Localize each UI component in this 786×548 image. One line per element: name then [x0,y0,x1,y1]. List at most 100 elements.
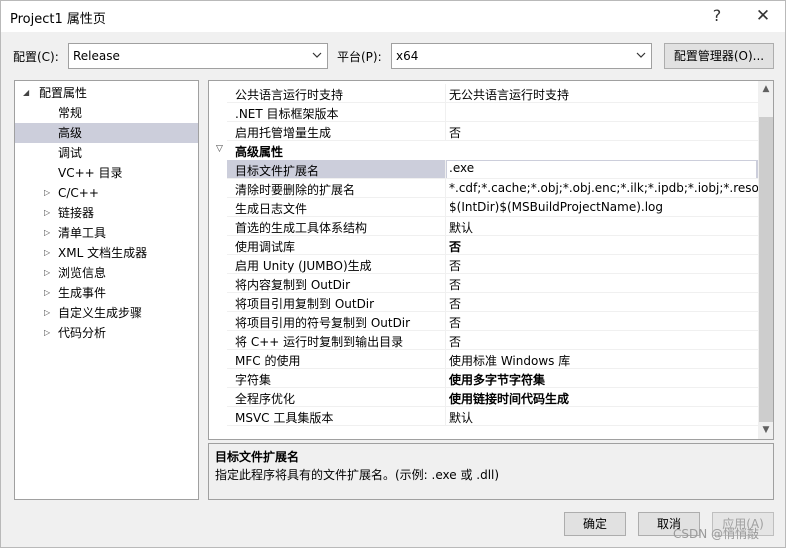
property-name: 公共语言运行时支持 [235,88,344,102]
property-pages-dialog: Project1 属性页 ? ✕ 配置(C): Release 平台(P): x… [0,0,786,548]
category-label: 高级属性 [235,145,284,159]
property-name: MSVC 工具集版本 [235,411,334,425]
property-name: MFC 的使用 [235,354,301,368]
property-row[interactable]: 将内容复制到 OutDir 否 [209,274,758,293]
property-value[interactable]: *.cdf;*.cache;*.obj;*.obj.enc;*.ilk;*.ip… [449,181,758,195]
tree-item-custom-build-step[interactable]: ▷ 自定义生成步骤 [15,303,198,323]
property-value[interactable]: 否 [449,124,758,141]
collapsed-triangle-icon[interactable]: ▷ [44,263,50,283]
property-row[interactable]: 将 C++ 运行时复制到输出目录 否 [209,331,758,350]
property-row[interactable]: 全程序优化 使用链接时间代码生成 [209,388,758,407]
collapsed-triangle-icon[interactable]: ▷ [44,243,50,263]
property-value[interactable]: 无公共语言运行时支持 [449,86,758,103]
tree-root-configuration-properties[interactable]: ◢ 配置属性 [15,83,198,103]
property-value[interactable]: .exe [447,161,756,178]
tree-item-debugging[interactable]: 调试 [15,143,198,163]
property-value[interactable]: 否 [449,238,758,255]
collapsed-triangle-icon[interactable]: ▷ [44,323,50,343]
property-row[interactable]: MSVC 工具集版本 默认 [209,407,758,426]
tree-item-vc-directories[interactable]: VC++ 目录 [15,163,198,183]
property-row[interactable]: 将项目引用的符号复制到 OutDir 否 [209,312,758,331]
tree-item-c-cpp[interactable]: ▷ C/C++ [15,183,198,203]
description-text: 指定此程序将具有的文件扩展名。(示例: .exe 或 .dll) [215,468,500,482]
property-name: 生成日志文件 [235,202,308,216]
property-value[interactable]: 否 [449,276,758,293]
property-value[interactable]: 否 [449,257,758,274]
property-name: 将 C++ 运行时复制到输出目录 [235,335,404,349]
tree-item-label: 高级 [58,126,83,140]
scroll-down-arrow-icon[interactable]: ▼ [758,422,773,439]
property-row[interactable]: 生成日志文件 $(IntDir)$(MSBuildProjectName).lo… [209,198,758,217]
column-separator [445,236,446,255]
property-row-selected[interactable]: 目标文件扩展名 .exe [209,160,758,179]
property-value[interactable]: 使用链接时间代码生成 [449,390,758,407]
property-row[interactable]: 启用 Unity (JUMBO)生成 否 [209,255,758,274]
property-value[interactable]: 使用标准 Windows 库 [449,352,758,369]
tree-item-label: 浏览信息 [58,266,107,280]
property-name: 全程序优化 [235,392,296,406]
tree-item-linker[interactable]: ▷ 链接器 [15,203,198,223]
property-row[interactable]: 将项目引用复制到 OutDir 否 [209,293,758,312]
expanded-triangle-icon[interactable]: ◢ [23,83,29,103]
tree-item-label: 代码分析 [58,326,107,340]
property-value[interactable]: 默认 [449,219,758,236]
property-value[interactable]: 使用多字节字符集 [449,371,758,388]
scroll-up-arrow-icon[interactable]: ▲ [758,81,773,98]
collapsed-triangle-icon[interactable]: ▷ [44,223,50,243]
column-separator [445,350,446,369]
tree-item-label: XML 文档生成器 [58,246,148,260]
expanded-chevron-icon[interactable]: ▽ [216,144,223,154]
property-name: 将项目引用的符号复制到 OutDir [235,316,411,330]
category-row-advanced[interactable]: ▽ 高级属性 [209,141,758,160]
property-name: 将项目引用复制到 OutDir [235,297,375,311]
platform-value: x64 [396,49,419,63]
property-value[interactable]: 否 [449,333,758,350]
tree-item-label: 自定义生成步骤 [58,306,143,320]
watermark: CSDN @悄悄敲 [673,527,760,541]
tree-item-label: 链接器 [58,206,95,220]
property-value[interactable]: $(IntDir)$(MSBuildProjectName).log [449,200,758,214]
column-separator [445,217,446,236]
tree-item-code-analysis[interactable]: ▷ 代码分析 [15,323,198,343]
column-separator [445,198,446,217]
column-separator [445,160,446,179]
help-button[interactable]: ? [703,4,731,28]
column-separator [445,331,446,350]
scrollbar-thumb[interactable] [759,117,773,422]
collapsed-triangle-icon[interactable]: ▷ [44,203,50,223]
ok-button[interactable]: 确定 [564,512,626,536]
property-value[interactable]: 否 [449,314,758,331]
tree-item-xml-doc-generator[interactable]: ▷ XML 文档生成器 [15,243,198,263]
collapsed-triangle-icon[interactable]: ▷ [44,303,50,323]
property-row[interactable]: 字符集 使用多字节字符集 [209,369,758,388]
property-row[interactable]: .NET 目标框架版本 [209,103,758,122]
property-value[interactable]: 默认 [449,409,758,426]
platform-combo[interactable]: x64 [391,43,652,69]
vertical-scrollbar[interactable]: ▲ ▼ [758,81,773,439]
column-separator [445,388,446,407]
column-separator [445,103,446,122]
tree-item-browse-information[interactable]: ▷ 浏览信息 [15,263,198,283]
column-separator [445,274,446,293]
configuration-combo[interactable]: Release [68,43,328,69]
collapsed-triangle-icon[interactable]: ▷ [44,283,50,303]
column-separator [445,407,446,426]
collapsed-triangle-icon[interactable]: ▷ [44,183,50,203]
tree-item-build-events[interactable]: ▷ 生成事件 [15,283,198,303]
description-title: 目标文件扩展名 [215,450,300,464]
property-row[interactable]: 公共语言运行时支持 无公共语言运行时支持 [209,84,758,103]
property-name: 清除时要删除的扩展名 [235,183,356,197]
property-row[interactable]: MFC 的使用 使用标准 Windows 库 [209,350,758,369]
property-row[interactable]: 启用托管增量生成 否 [209,122,758,141]
property-name: 字符集 [235,373,272,387]
tree-item-general[interactable]: 常规 [15,103,198,123]
property-row[interactable]: 使用调试库 否 [209,236,758,255]
tree-item-advanced[interactable]: 高级 [15,123,198,143]
property-row[interactable]: 清除时要删除的扩展名 *.cdf;*.cache;*.obj;*.obj.enc… [209,179,758,198]
configuration-manager-button[interactable]: 配置管理器(O)... [664,43,774,69]
property-row[interactable]: 首选的生成工具体系结构 默认 [209,217,758,236]
window-title: Project1 属性页 [10,12,106,27]
tree-item-manifest-tool[interactable]: ▷ 清单工具 [15,223,198,243]
property-value[interactable]: 否 [449,295,758,312]
close-button[interactable]: ✕ [749,4,777,28]
